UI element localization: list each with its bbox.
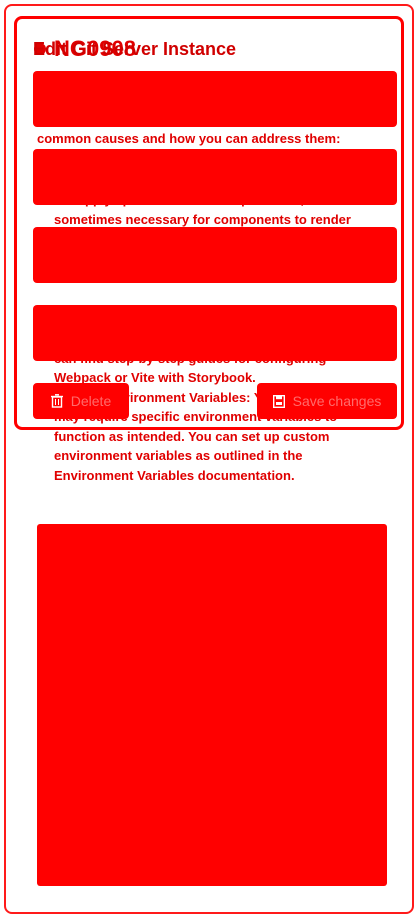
app-frame: NG0908 configuration used in Storybook. …: [4, 4, 414, 914]
delete-label: Delete: [70, 393, 112, 409]
token-field[interactable]: [33, 305, 397, 361]
storybook-preview-area: [37, 524, 387, 886]
save-icon: [272, 394, 285, 408]
server-url-field[interactable]: [33, 149, 397, 205]
save-label: Save changes: [292, 393, 382, 409]
trash-icon: [50, 394, 63, 408]
server-name-field[interactable]: [33, 71, 397, 127]
username-field[interactable]: [33, 227, 397, 283]
dialog-title: Edit Git Server Instance: [33, 39, 237, 59]
save-changes-button[interactable]: Save changes: [257, 383, 397, 419]
edit-git-server-dialog: Edit Git Server Instance Delete Save cha…: [14, 16, 404, 430]
delete-button[interactable]: Delete: [33, 383, 129, 419]
